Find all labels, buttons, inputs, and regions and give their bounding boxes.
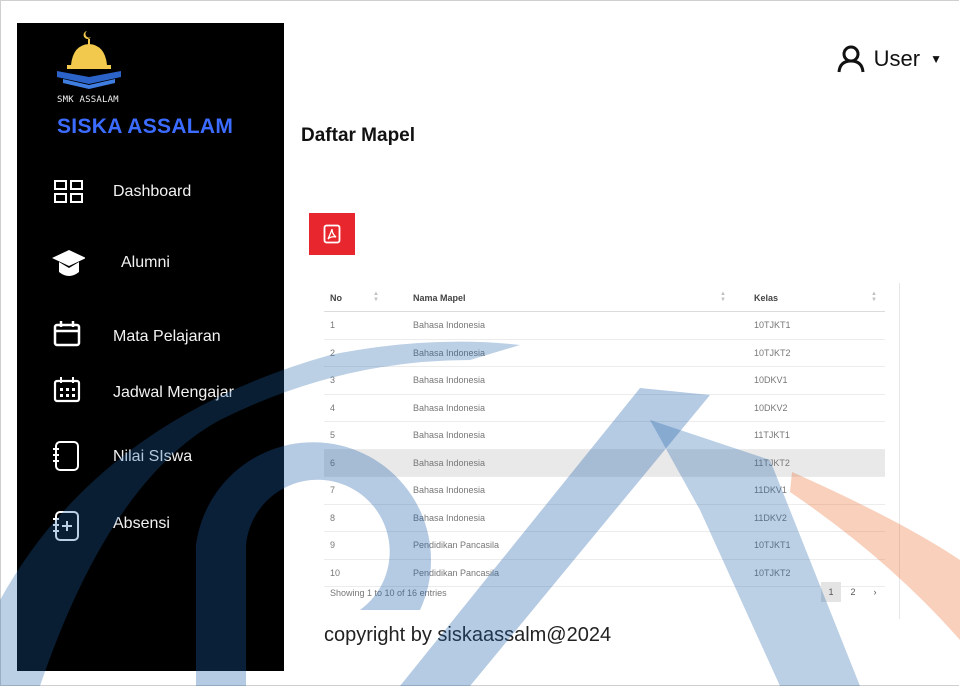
cell-nama-mapel: Pendidikan Pancasila (387, 559, 734, 587)
cell-nama-mapel: Bahasa Indonesia (387, 449, 734, 477)
table-info: Showing 1 to 10 of 16 entries (330, 588, 447, 598)
sidebar-item-label: Absensi (113, 515, 170, 532)
user-menu[interactable]: User ▼ (836, 44, 942, 74)
table-row: 4 Bahasa Indonesia 10DKV2 (324, 394, 885, 422)
graduation-cap-icon (52, 250, 85, 276)
cell-no: 2 (324, 339, 387, 367)
cell-kelas: 10DKV2 (734, 394, 885, 422)
cell-kelas: 10TJKT1 (734, 311, 885, 340)
cell-nama-mapel: Bahasa Indonesia (387, 311, 734, 340)
sidebar-item-mata-pelajaran[interactable]: Mata Pelajaran (51, 318, 271, 354)
user-menu-label: User (873, 46, 921, 71)
table-row: 2 Bahasa Indonesia 10TJKT2 (324, 339, 885, 367)
table-row: 9 Pendidikan Pancasila 10TJKT1 (324, 531, 885, 560)
cell-no: 10 (324, 559, 387, 587)
cell-no: 9 (324, 531, 387, 560)
cell-no: 8 (324, 504, 387, 532)
cell-no: 3 (324, 366, 387, 395)
user-icon (837, 45, 865, 73)
sidebar-item-nilai-siswa[interactable]: Nilai SIswa (51, 438, 271, 474)
cell-no: 5 (324, 421, 387, 450)
sidebar-item-label: Alumni (121, 254, 170, 271)
cell-nama-mapel: Bahasa Indonesia (387, 476, 734, 505)
logo-caption: SMK ASSALAM (57, 95, 119, 105)
cell-kelas: 10TJKT2 (734, 339, 885, 367)
table-row: 5 Bahasa Indonesia 11TJKT1 (324, 421, 885, 450)
sidebar: SMK ASSALAM SISKA ASSALAM Dashboard Alum… (17, 23, 284, 671)
cell-nama-mapel: Bahasa Indonesia (387, 366, 734, 395)
cell-nama-mapel: Bahasa Indonesia (387, 504, 734, 532)
sidebar-item-jadwal-mengajar[interactable]: Jadwal Mengajar (51, 373, 271, 409)
table-row: 1 Bahasa Indonesia 10TJKT1 (324, 311, 885, 340)
sidebar-item-label: Dashboard (113, 183, 192, 200)
cell-kelas: 11TJKT1 (734, 421, 885, 450)
cell-no: 4 (324, 394, 387, 422)
sidebar-item-label: Jadwal Mengajar (113, 384, 234, 401)
sidebar-item-absensi[interactable]: Absensi (51, 508, 271, 544)
export-pdf-button[interactable] (309, 213, 355, 255)
table-row: 8 Bahasa Indonesia 11DKV2 (324, 504, 885, 532)
cell-no: 1 (324, 311, 387, 340)
calendar-grid-icon (53, 377, 81, 403)
sort-icon: ▲ ▼ (720, 291, 726, 303)
sidebar-item-dashboard[interactable]: Dashboard (51, 175, 271, 211)
table-row: 3 Bahasa Indonesia 10DKV1 (324, 366, 885, 395)
column-header-kelas[interactable]: Kelas ▲ ▼ (734, 285, 885, 312)
main-content: User ▼ Daftar Mapel No ▲ ▼ Nama Mapel ▲ ▼ Ke… (284, 0, 960, 686)
cell-kelas: 10DKV1 (734, 366, 885, 395)
table-row: 10 Pendidikan Pancasila 10TJKT2 (324, 559, 885, 587)
copyright-text: copyright by siskaassalm@2024 (324, 624, 612, 646)
calendar-icon (53, 321, 81, 347)
sort-icon: ▲ ▼ (373, 291, 379, 303)
cell-kelas: 11DKV1 (734, 476, 885, 505)
chevron-down-icon: ▼ (930, 52, 942, 66)
cell-nama-mapel: Bahasa Indonesia (387, 339, 734, 367)
cell-kelas: 11TJKT2 (734, 449, 885, 477)
cell-kelas: 11DKV2 (734, 504, 885, 532)
column-header-no[interactable]: No ▲ ▼ (324, 285, 387, 312)
brand-title: SISKA ASSALAM (57, 115, 234, 138)
notebook-add-icon (53, 511, 79, 541)
cell-nama-mapel: Bahasa Indonesia (387, 421, 734, 450)
pdf-icon (323, 224, 341, 244)
sidebar-item-alumni[interactable]: Alumni (51, 246, 271, 282)
sort-icon: ▲ ▼ (871, 291, 877, 303)
cell-no: 6 (324, 449, 387, 477)
school-logo (57, 31, 121, 89)
page-button-2[interactable]: 2 (843, 582, 863, 602)
cell-nama-mapel: Pendidikan Pancasila (387, 531, 734, 560)
cell-kelas: 10TJKT1 (734, 531, 885, 560)
cell-nama-mapel: Bahasa Indonesia (387, 394, 734, 422)
table-row-highlighted: 6 Bahasa Indonesia 11TJKT2 (324, 449, 885, 477)
next-page-button[interactable]: › (865, 582, 885, 602)
column-header-nama-mapel[interactable]: Nama Mapel ▲ ▼ (387, 285, 734, 312)
mapel-table: No ▲ ▼ Nama Mapel ▲ ▼ Kelas ▲ ▼ 1 Bahasa Indone… (324, 285, 885, 587)
page-title: Daftar Mapel (301, 125, 416, 146)
table-row: 7 Bahasa Indonesia 11DKV1 (324, 476, 885, 505)
dashboard-grid-icon (54, 180, 83, 203)
notebook-icon (53, 441, 79, 471)
sidebar-item-label: Nilai SIswa (113, 448, 193, 465)
sidebar-item-label: Mata Pelajaran (113, 328, 221, 345)
mapel-table-card: No ▲ ▼ Nama Mapel ▲ ▼ Kelas ▲ ▼ 1 Bahasa Indone… (313, 283, 900, 619)
cell-no: 7 (324, 476, 387, 505)
table-header-row: No ▲ ▼ Nama Mapel ▲ ▼ Kelas ▲ ▼ (324, 285, 885, 312)
page-button-1[interactable]: 1 (821, 582, 841, 602)
pagination: 1 2 › (819, 582, 885, 602)
